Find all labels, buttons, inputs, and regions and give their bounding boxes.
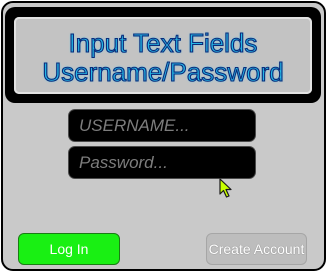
title-box: Input Text Fields Username/Password — [14, 17, 312, 94]
mouse-pointer-icon — [219, 178, 232, 198]
login-button[interactable]: Log In — [18, 233, 120, 265]
title-line-2: Username/Password — [42, 57, 284, 87]
title-line-1: Input Text Fields — [68, 28, 258, 58]
password-input[interactable] — [68, 146, 256, 179]
username-input[interactable] — [68, 109, 256, 142]
create-account-button[interactable]: Create Account — [206, 233, 307, 265]
login-panel: Input Text Fields Username/Password Log … — [1, 1, 326, 271]
title-banner: Input Text Fields Username/Password — [5, 7, 321, 103]
